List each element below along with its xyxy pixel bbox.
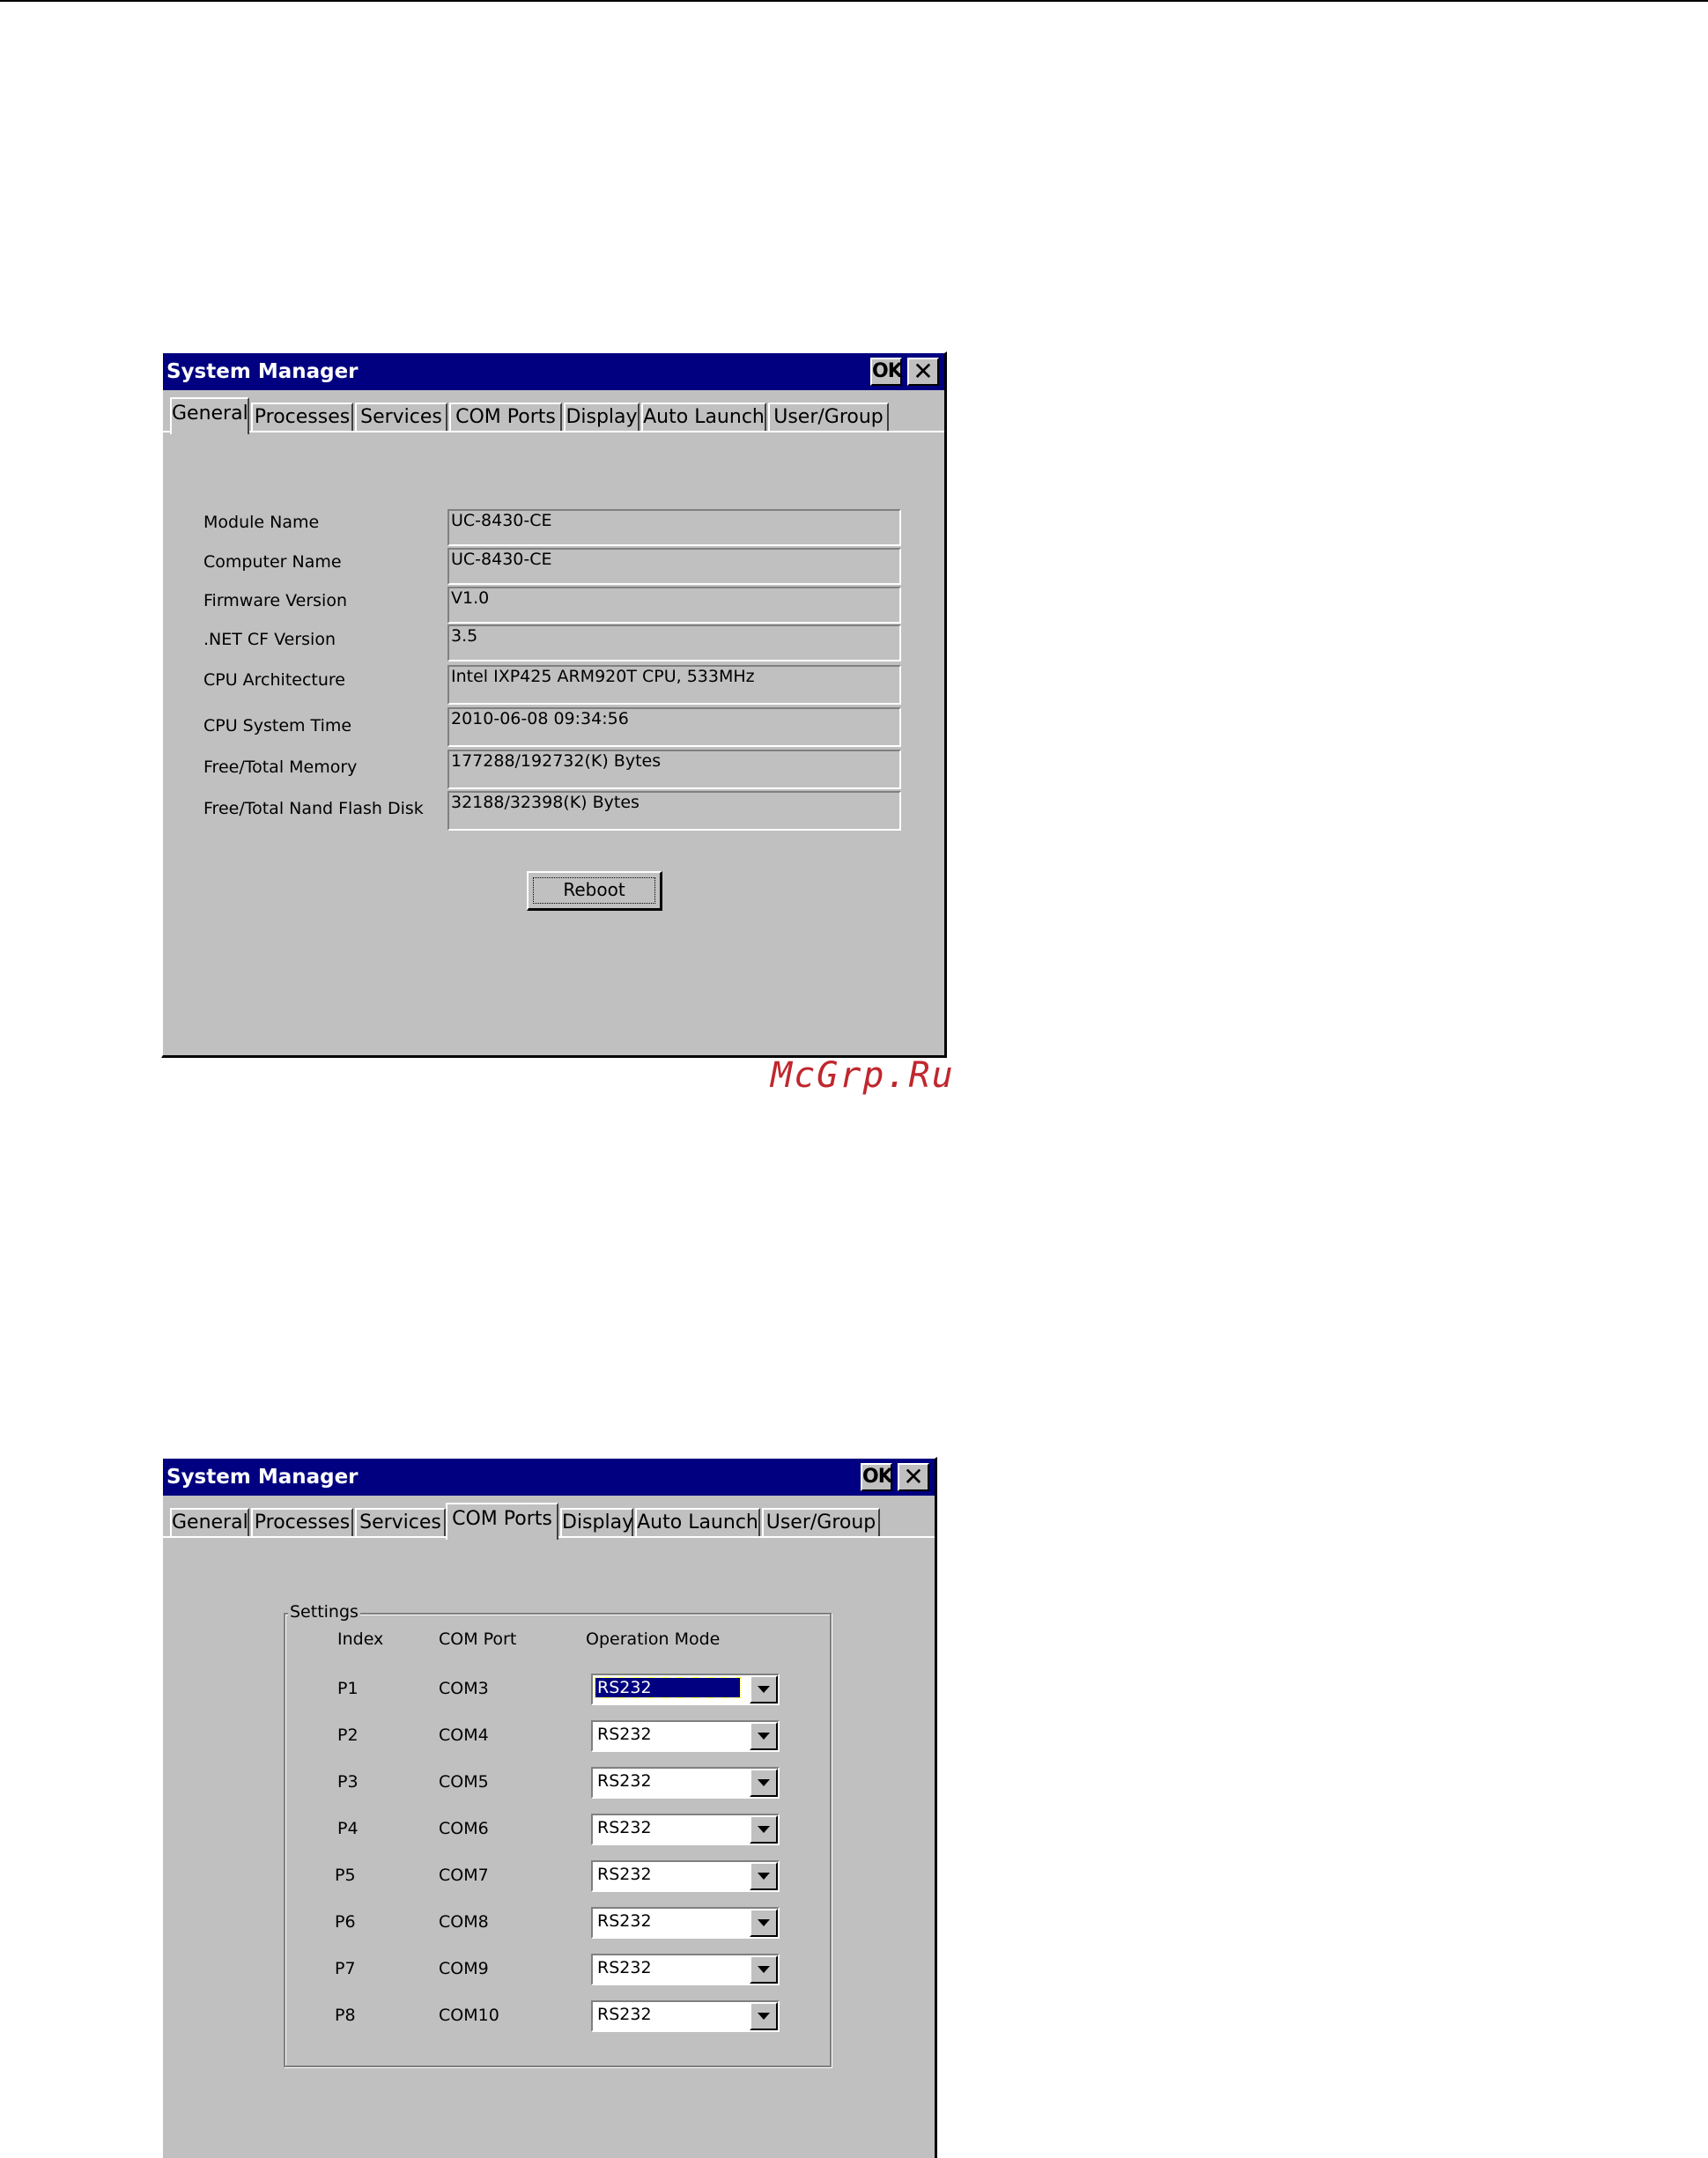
free-total-flash-field: 32188/32398(K) Bytes <box>447 791 901 831</box>
watermark: McGrp.Ru <box>771 1055 955 1096</box>
tab-general[interactable]: General <box>170 397 249 434</box>
window-title-bar: System Manager OK ✕ <box>163 353 944 390</box>
operation-mode-value: RS232 <box>595 1677 741 1698</box>
chevron-down-icon[interactable] <box>750 1675 778 1703</box>
cpu-system-time-field: 2010-06-08 09:34:56 <box>447 707 901 747</box>
tab-strip: General Processes Services COM Ports Dis… <box>166 397 944 434</box>
close-icon[interactable]: ✕ <box>898 1463 929 1491</box>
operation-mode-select-p2[interactable]: RS232 <box>591 1720 780 1752</box>
operation-mode-value: RS232 <box>597 1911 652 1931</box>
settings-group-title: Settings <box>288 1602 360 1622</box>
computer-name-field: UC-8430-CE <box>447 548 901 585</box>
row-index: P3 <box>337 1772 359 1792</box>
row-index: P5 <box>335 1866 356 1885</box>
ok-button[interactable]: OK <box>870 358 903 386</box>
operation-mode-select-p4[interactable]: RS232 <box>591 1814 780 1845</box>
chevron-down-icon[interactable] <box>750 1722 778 1750</box>
module-name-field: UC-8430-CE <box>447 509 901 546</box>
row-com-port: COM8 <box>439 1912 489 1932</box>
firmware-version-field: V1.0 <box>447 587 901 624</box>
operation-mode-column-header: Operation Mode <box>586 1630 721 1649</box>
module-name-label: Module Name <box>203 513 320 532</box>
reboot-button[interactable]: Reboot <box>527 871 662 911</box>
free-total-memory-field: 177288/192732(K) Bytes <box>447 750 901 789</box>
chevron-down-icon[interactable] <box>750 1769 778 1797</box>
row-index: P4 <box>337 1819 359 1838</box>
tab-general[interactable]: General <box>170 1508 249 1538</box>
chevron-down-icon[interactable] <box>750 1862 778 1890</box>
reboot-button-label: Reboot <box>533 877 655 904</box>
row-com-port: COM7 <box>439 1866 489 1885</box>
row-com-port: COM5 <box>439 1772 489 1792</box>
tab-auto-launch[interactable]: Auto Launch <box>641 403 766 432</box>
row-com-port: COM6 <box>439 1819 489 1838</box>
net-cf-version-label: .NET CF Version <box>203 630 336 649</box>
row-com-port: COM4 <box>439 1726 489 1745</box>
operation-mode-select-p8[interactable]: RS232 <box>591 2000 780 2032</box>
operation-mode-value: RS232 <box>597 1865 652 1884</box>
free-total-memory-label: Free/Total Memory <box>203 758 358 777</box>
com-port-column-header: COM Port <box>439 1630 517 1649</box>
operation-mode-value: RS232 <box>597 1818 652 1837</box>
tab-processes[interactable]: Processes <box>251 403 353 432</box>
chevron-down-icon[interactable] <box>750 1815 778 1844</box>
operation-mode-value: RS232 <box>597 1771 652 1791</box>
row-index: P2 <box>337 1726 359 1745</box>
page-top-rule <box>0 0 1708 2</box>
cpu-architecture-field: Intel IXP425 ARM920T CPU, 533MHz <box>447 665 901 705</box>
free-total-flash-label: Free/Total Nand Flash Disk <box>203 799 424 818</box>
index-column-header: Index <box>337 1630 384 1649</box>
tab-services[interactable]: Services <box>355 1508 446 1538</box>
row-com-port: COM3 <box>439 1679 489 1698</box>
system-manager-window-general: System Manager OK ✕ General Processes Se… <box>161 351 947 1058</box>
window-title: System Manager <box>166 360 359 383</box>
operation-mode-select-p5[interactable]: RS232 <box>591 1860 780 1892</box>
tab-services[interactable]: Services <box>355 403 447 432</box>
row-index: P7 <box>335 1959 356 1978</box>
tab-com-ports[interactable]: COM Ports <box>449 403 562 432</box>
window-title-bar: System Manager OK ✕ <box>163 1459 935 1496</box>
cpu-system-time-label: CPU System Time <box>203 716 352 735</box>
row-index: P6 <box>335 1912 356 1932</box>
system-manager-window-com-ports: System Manager OK ✕ General Processes Se… <box>161 1457 937 2158</box>
chevron-down-icon[interactable] <box>750 2002 778 2030</box>
cpu-architecture-label: CPU Architecture <box>203 670 345 690</box>
row-index: P8 <box>335 2006 356 2025</box>
operation-mode-select-p7[interactable]: RS232 <box>591 1954 780 1985</box>
net-cf-version-field: 3.5 <box>447 624 901 661</box>
tab-display[interactable]: Display <box>560 1508 633 1538</box>
operation-mode-select-p3[interactable]: RS232 <box>591 1767 780 1799</box>
tab-user-group[interactable]: User/Group <box>762 1508 880 1538</box>
tab-strip: General Processes Services COM Ports Dis… <box>166 1503 935 1540</box>
ok-button[interactable]: OK <box>861 1463 893 1491</box>
window-title: System Manager <box>166 1466 359 1489</box>
tab-user-group[interactable]: User/Group <box>768 403 889 432</box>
row-com-port: COM10 <box>439 2006 499 2025</box>
row-com-port: COM9 <box>439 1959 489 1978</box>
computer-name-label: Computer Name <box>203 552 342 572</box>
chevron-down-icon[interactable] <box>750 1955 778 1984</box>
operation-mode-select-p6[interactable]: RS232 <box>591 1907 780 1939</box>
tab-auto-launch[interactable]: Auto Launch <box>635 1508 760 1538</box>
operation-mode-value: RS232 <box>597 1958 652 1977</box>
tab-com-ports[interactable]: COM Ports <box>446 1503 558 1540</box>
operation-mode-value: RS232 <box>597 2005 652 2024</box>
operation-mode-select-p1[interactable]: RS232 <box>591 1674 780 1705</box>
tab-processes[interactable]: Processes <box>251 1508 353 1538</box>
firmware-version-label: Firmware Version <box>203 591 347 610</box>
row-index: P1 <box>337 1679 359 1698</box>
tab-underline <box>163 431 944 432</box>
close-icon[interactable]: ✕ <box>907 358 939 386</box>
operation-mode-value: RS232 <box>597 1725 652 1744</box>
chevron-down-icon[interactable] <box>750 1909 778 1937</box>
tab-display[interactable]: Display <box>564 403 640 432</box>
